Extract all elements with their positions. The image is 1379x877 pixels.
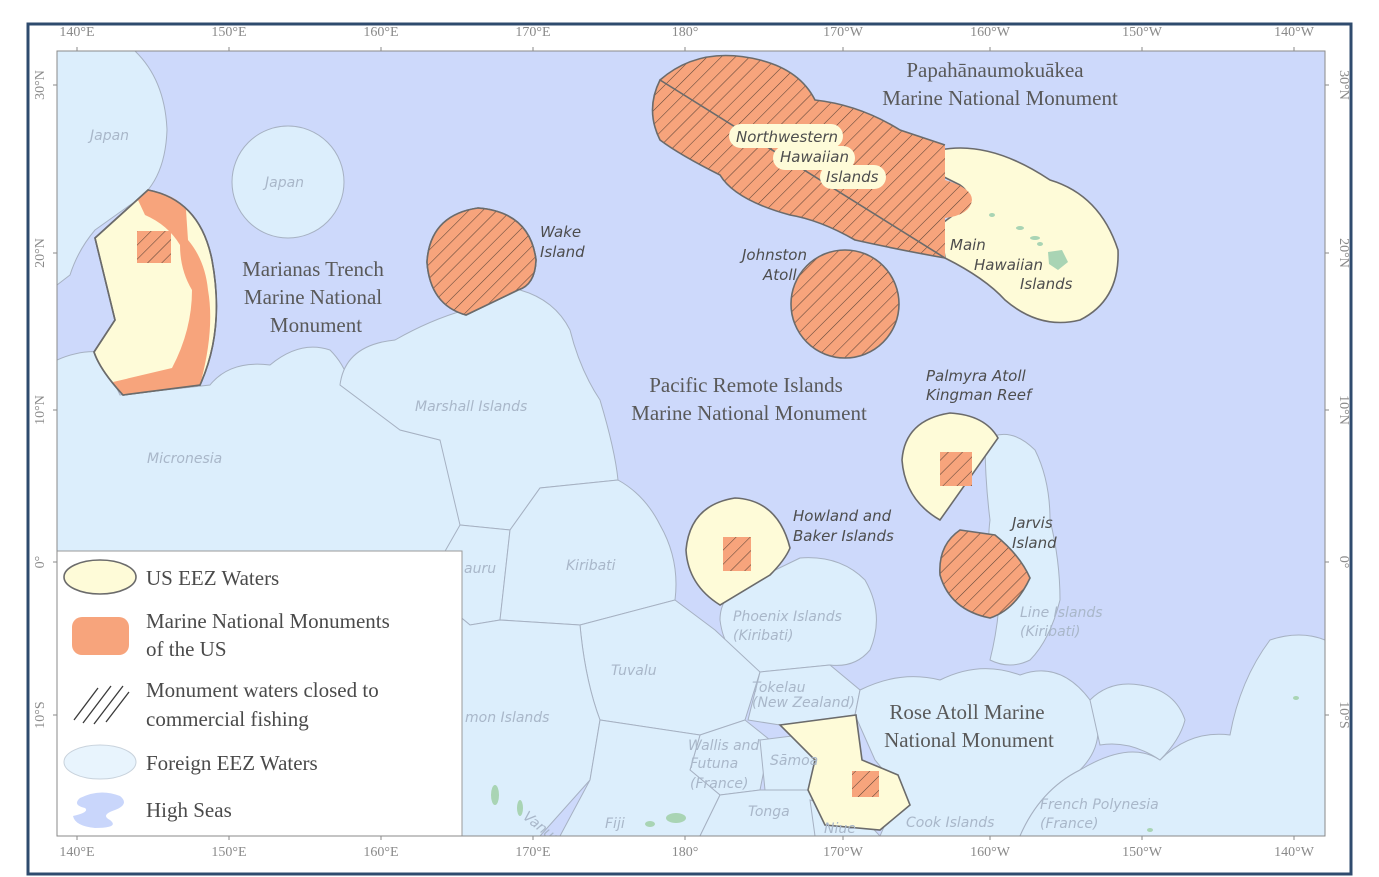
label-japan-1: Japan <box>87 128 129 144</box>
label-micronesia: Micronesia <box>147 451 222 467</box>
label-tokelau-2: (New Zealand) <box>752 695 855 711</box>
label-nwhi-1: Northwestern <box>736 128 838 146</box>
lat-tick-label: 0° <box>1336 556 1351 569</box>
lon-tick-label: 160°E <box>363 845 398 860</box>
legend-high-seas: High Seas <box>146 798 232 822</box>
lon-tick-label: 170°W <box>823 845 864 860</box>
lon-tick-label: 180° <box>672 25 699 40</box>
lon-tick-label: 160°W <box>970 25 1011 40</box>
legend-us-eez: US EEZ Waters <box>146 566 279 590</box>
label-kiribati: Kiribati <box>566 558 616 574</box>
lon-tick-label: 150°W <box>1122 25 1163 40</box>
lat-tick-label: 0° <box>33 556 48 569</box>
label-tuvalu: Tuvalu <box>611 663 657 679</box>
label-main-hawaii-2: Hawaiian <box>974 256 1043 274</box>
label-line-1: Line Islands <box>1020 605 1103 621</box>
lat-tick-label: 10°S <box>33 701 48 728</box>
legend: US EEZ Waters Marine National Monuments … <box>57 550 463 836</box>
label-wallis-2: Futuna <box>690 756 738 772</box>
lon-tick-label: 160°E <box>363 25 398 40</box>
label-marshall-islands: Marshall Islands <box>415 399 527 415</box>
label-nauru: auru <box>464 561 496 577</box>
label-wake-2: Island <box>540 243 585 261</box>
label-samoa: Sāmoa <box>770 753 818 769</box>
label-johnston-2: Atoll <box>762 266 797 284</box>
label-wallis-3: (France) <box>690 776 749 792</box>
lat-tick-label: 20°N <box>33 238 48 268</box>
label-phoenix-2: (Kiribati) <box>733 628 793 644</box>
legend-swatch-foreign <box>63 744 137 780</box>
legend-closed-1: Monument waters closed to <box>146 678 379 702</box>
label-rose-1: Rose Atoll Marine <box>889 700 1044 724</box>
lon-tick-label: 140°E <box>59 845 94 860</box>
lat-tick-label: 10°S <box>1336 701 1351 728</box>
lat-tick-label: 10°N <box>1336 395 1351 425</box>
label-japan-2: Japan <box>262 175 304 191</box>
label-papa-1: Papahānaumokuākea <box>906 58 1084 82</box>
label-niue: Niue <box>824 821 856 837</box>
label-howland-1: Howland and <box>793 507 892 525</box>
legend-swatch-us-eez <box>63 559 137 595</box>
label-wake-1: Wake <box>540 223 581 241</box>
legend-mnm-1: Marine National Monuments <box>146 609 390 633</box>
lon-tick-label: 170°E <box>515 25 550 40</box>
label-johnston-1: Johnston <box>739 246 807 264</box>
label-rose-2: National Monument <box>884 728 1054 752</box>
label-palmyra-1: Palmyra Atoll <box>926 367 1027 385</box>
lon-tick-label: 140°E <box>59 25 94 40</box>
label-papa-2: Marine National Monument <box>882 86 1118 110</box>
label-line-2: (Kiribati) <box>1020 624 1080 640</box>
label-nwhi-2: Hawaiian <box>780 148 849 166</box>
lat-tick-label: 30°N <box>33 70 48 100</box>
monument-marianas-closed-zone <box>137 231 171 263</box>
label-solomon: mon Islands <box>465 710 549 726</box>
label-cook-islands: Cook Islands <box>906 815 994 831</box>
label-phoenix-1: Phoenix Islands <box>733 609 842 625</box>
legend-closed-2: commercial fishing <box>146 707 309 731</box>
label-howland-2: Baker Islands <box>793 527 894 545</box>
label-jarvis-1: Jarvis <box>1009 514 1053 532</box>
lon-tick-label: 170°W <box>823 25 864 40</box>
legend-foreign: Foreign EEZ Waters <box>146 751 318 775</box>
label-wallis-1: Wallis and <box>688 738 760 754</box>
label-tonga: Tonga <box>748 804 790 820</box>
label-jarvis-2: Island <box>1012 534 1057 552</box>
label-french-polynesia-1: French Polynesia <box>1040 797 1159 813</box>
lon-tick-label: 140°W <box>1274 25 1315 40</box>
label-fiji: Fiji <box>605 816 625 832</box>
label-tokelau-1: Tokelau <box>752 680 806 696</box>
label-pri-1: Pacific Remote Islands <box>649 373 843 397</box>
lon-tick-label: 140°W <box>1274 845 1315 860</box>
lon-tick-label: 150°W <box>1122 845 1163 860</box>
lat-tick-label: 10°N <box>33 395 48 425</box>
label-marianas-3: Monument <box>270 313 362 337</box>
label-french-polynesia-2: (France) <box>1040 816 1099 832</box>
legend-mnm-2: of the US <box>146 637 227 661</box>
label-marianas-2: Marine National <box>244 285 382 309</box>
label-pri-2: Marine National Monument <box>631 401 867 425</box>
lon-tick-label: 170°E <box>515 845 550 860</box>
label-main-hawaii-1: Main <box>950 236 986 254</box>
lon-tick-label: 180° <box>672 845 699 860</box>
label-main-hawaii-3: Islands <box>1020 275 1073 293</box>
label-palmyra-2: Kingman Reef <box>926 386 1034 404</box>
pacific-monuments-map: Japan Japan Marshall Islands Micronesia … <box>26 22 1353 876</box>
lat-tick-label: 30°N <box>1336 70 1351 100</box>
legend-swatch-monument <box>72 617 129 655</box>
lat-tick-label: 20°N <box>1336 238 1351 268</box>
label-marianas-1: Marianas Trench <box>242 257 384 281</box>
label-nwhi-3: Islands <box>826 168 879 186</box>
lon-tick-label: 160°W <box>970 845 1011 860</box>
lon-tick-label: 150°E <box>211 25 246 40</box>
lon-tick-label: 150°E <box>211 845 246 860</box>
